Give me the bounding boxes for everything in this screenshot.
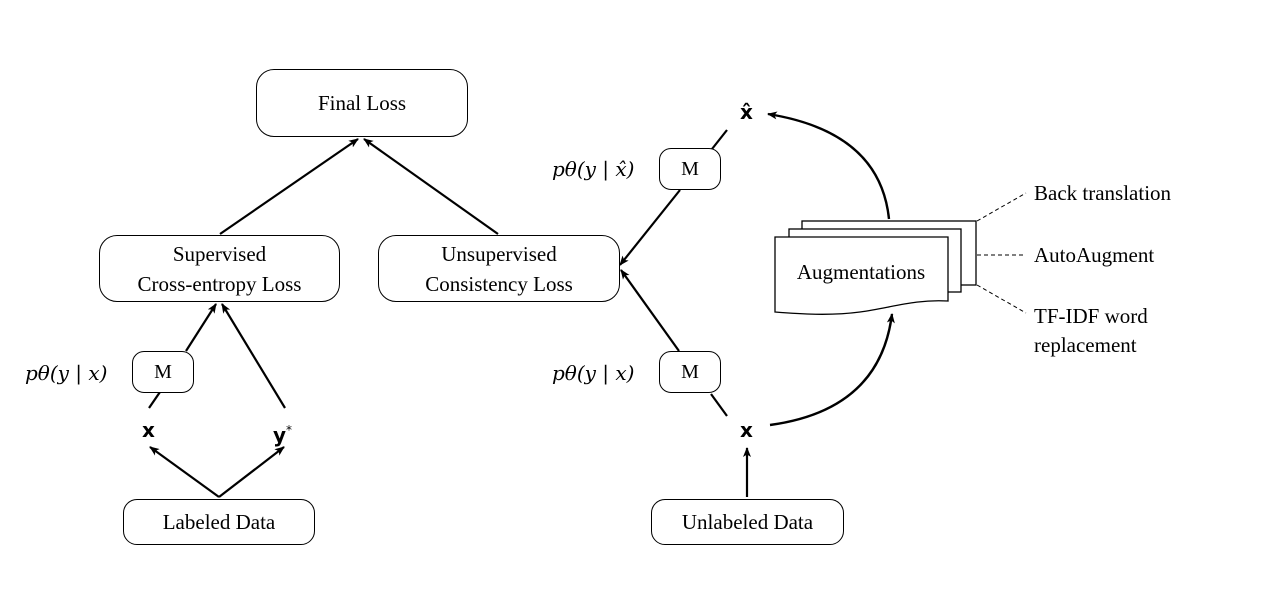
edge-xhat-to-model-augmented <box>711 129 728 150</box>
arrow-model-unlabeled-to-unsupervised <box>620 269 680 352</box>
model-node-unlabeled: M <box>659 351 721 393</box>
labeled-data-label: Labeled Data <box>162 510 276 534</box>
var-y-star: y* <box>273 417 292 448</box>
arrow-supervised-to-final <box>219 138 359 235</box>
arrow-x-to-augmentations <box>769 313 895 427</box>
model-label: M <box>681 361 699 383</box>
arrow-model-to-supervised <box>185 303 217 352</box>
model-label: M <box>681 158 699 180</box>
var-y-star-superscript: * <box>286 423 293 437</box>
supervised-loss-node: Supervised Cross-entropy Loss <box>99 235 340 302</box>
prob-label-unlabeled: pθ(y | x) <box>552 361 635 385</box>
method-autoaugment: AutoAugment <box>1034 243 1155 267</box>
model-label: M <box>154 361 172 383</box>
edge-x-to-model-unlabeled <box>710 393 728 417</box>
unsupervised-loss-line2: Consistency Loss <box>425 271 573 296</box>
method-tfidf-line2: replacement <box>1034 333 1137 357</box>
var-x-hat: x̂ <box>740 99 753 125</box>
unsupervised-loss-line1: Unsupervised <box>441 241 557 266</box>
var-x-labeled: x <box>142 417 155 443</box>
var-y-text: y <box>273 423 287 447</box>
arrow-model-augmented-to-unsupervised <box>619 189 681 266</box>
final-loss-label: Final Loss <box>317 91 407 115</box>
model-node-augmented: M <box>659 148 721 190</box>
edge-x-to-model-labeled <box>148 391 161 409</box>
supervised-loss-line2: Cross-entropy Loss <box>137 271 302 296</box>
labeled-data-node: Labeled Data <box>123 499 315 545</box>
leader-back-translation <box>976 192 1027 222</box>
unlabeled-data-label: Unlabeled Data <box>681 510 814 534</box>
supervised-loss-line1: Supervised <box>172 241 267 266</box>
prob-label-augmented: pθ(y | x̂) <box>552 157 635 181</box>
arrow-labeled-to-x <box>149 446 220 498</box>
augmentations-label: Augmentations <box>796 260 926 284</box>
arrow-ystar-to-supervised <box>221 303 286 409</box>
model-node-labeled: M <box>132 351 194 393</box>
var-x-hat-text: x̂ <box>740 100 753 124</box>
unsupervised-loss-node: Unsupervised Consistency Loss <box>378 235 620 302</box>
prob-label-labeled: pθ(y | x) <box>25 361 108 385</box>
unlabeled-data-node: Unlabeled Data <box>651 499 844 545</box>
arrow-unsupervised-to-final <box>363 138 499 235</box>
var-x-unlabeled: x <box>740 417 753 443</box>
method-back-translation: Back translation <box>1034 181 1172 205</box>
arrow-labeled-to-ystar <box>218 446 285 498</box>
var-x-text: x <box>740 418 753 442</box>
var-x-text: x <box>142 418 155 442</box>
arrow-augmentations-to-xhat <box>767 111 891 220</box>
final-loss-node: Final Loss <box>256 69 468 137</box>
method-tfidf-line1: TF-IDF word <box>1034 304 1148 328</box>
leader-tfidf <box>976 284 1027 314</box>
